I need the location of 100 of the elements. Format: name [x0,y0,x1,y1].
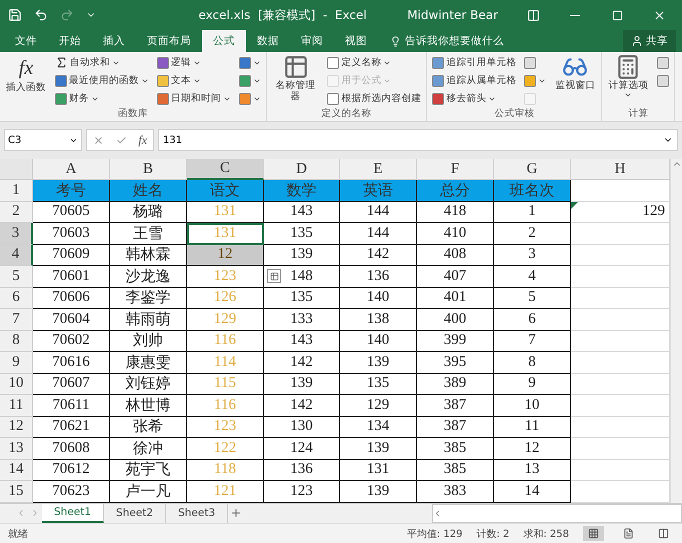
column-header[interactable]: F [417,159,494,180]
ribbon-button[interactable] [238,72,262,89]
ribbon-button[interactable] [656,72,670,89]
table-cell: 13 [494,460,571,481]
status-statistic: 求和: 258 [523,528,569,540]
ribbon-options-icon [526,8,540,22]
row-header[interactable]: 4 [0,244,33,266]
ribbon-button[interactable]: 文本 [156,72,232,89]
table-cell: 70602 [33,330,110,352]
row-header[interactable]: 7 [0,309,33,330]
name-box[interactable]: C3 [4,129,82,151]
ribbon-button[interactable]: fx 插入函数 [4,54,48,94]
table-cell: 140 [340,330,417,352]
ribbon-button[interactable]: 最近使用的函数 [54,72,150,89]
row-header[interactable]: 9 [0,352,33,374]
ribbon-button[interactable]: 财务 [54,90,150,107]
ribbon-tab[interactable]: 文件 [4,30,48,52]
column-header[interactable]: H [571,159,670,180]
ribbon-button[interactable]: 根据所选内容创建 [326,90,422,107]
table-cell: 385 [417,460,494,481]
ribbon-button[interactable]: 逻辑 [156,54,232,71]
function-tile-icon [157,56,169,68]
column-header[interactable]: A [33,159,110,180]
table-cell: 135 [264,223,340,244]
ribbon-tab[interactable]: 数据 [246,30,290,52]
ribbon-button[interactable]: 监视窗口 [553,54,598,92]
column-header[interactable]: B [110,159,187,180]
ribbon-tab[interactable]: 公式 [202,30,246,52]
maximize-icon [612,10,622,20]
row-header[interactable]: 3 [0,223,33,244]
table-cell: 139 [264,374,340,395]
row-header[interactable]: 14 [0,460,33,481]
row-header[interactable]: 13 [0,438,33,460]
table-cell: 131 [187,223,264,244]
ribbon-button[interactable]: 计算选项 [606,54,650,100]
table-cell: 6 [494,309,571,330]
ribbon-button[interactable]: 名称管理器 [271,54,320,103]
function-tile-icon [239,92,251,104]
row-header[interactable]: 12 [0,416,33,438]
row-header[interactable]: 1 [0,180,33,202]
sheet-tab[interactable]: Sheet1 [42,504,104,522]
quick-analysis-icon[interactable] [267,269,281,283]
ribbon-button[interactable] [656,54,670,71]
ribbon-tab[interactable]: 插入 [92,30,136,52]
table-cell: 70604 [33,309,110,330]
ribbon-button[interactable]: 日期和时间 [156,90,232,107]
row-header[interactable]: 6 [0,288,33,309]
table-cell: 135 [264,288,340,309]
ribbon-tab[interactable]: 视图 [334,30,378,52]
function-tile-icon [524,92,536,104]
formula-input[interactable]: 131 [158,129,678,151]
save-button[interactable] [6,6,24,24]
tell-me-field[interactable]: 告诉我你想要做什么 [384,30,510,52]
table-cell: 389 [417,374,494,395]
column-header[interactable]: D [264,159,340,180]
save-icon [8,8,22,22]
row-header[interactable]: 8 [0,330,33,352]
name-manager-icon [282,54,309,80]
table-cell: 12 [187,244,264,266]
column-header[interactable]: C [187,159,264,180]
row-header[interactable]: 5 [0,266,33,288]
function-glyph: fx [18,56,34,81]
table-cell: 70607 [33,374,110,395]
table-cell: 136 [264,460,340,481]
close-icon[interactable] [92,134,104,146]
column-header[interactable]: G [494,159,571,180]
table-cell: 139 [340,352,417,374]
table-cell: 140 [340,288,417,309]
ribbon-button[interactable]: 移去箭头 [431,90,518,107]
ribbon-button[interactable] [238,90,262,107]
ribbon-button[interactable]: 追踪从属单元格 [431,72,518,89]
table-cell: 韩雨萌 [110,309,187,330]
share-button[interactable]: 共享 [623,30,676,52]
ribbon-tab[interactable]: 审阅 [290,30,334,52]
ribbon-button[interactable] [238,54,262,71]
row-header[interactable]: 2 [0,202,33,223]
table-cell: 70603 [33,223,110,244]
function-tile-icon [432,92,444,104]
table-cell: 林世博 [110,395,187,416]
row-header[interactable]: 15 [0,481,33,502]
ribbon-button[interactable]: 自动求和 [54,54,150,71]
horizontal-scrollbar[interactable] [432,504,682,522]
table-cell: 王雪 [110,223,187,244]
table-cell: 138 [340,309,417,330]
insert-function-button[interactable]: fx [138,132,148,148]
row-header[interactable]: 10 [0,374,33,395]
view-button[interactable] [583,526,604,541]
close-icon [652,8,666,22]
table-cell: 133 [264,309,340,330]
ribbon-button[interactable]: 定义名称 [326,54,422,71]
table-cell: 130 [264,416,340,438]
ribbon-button[interactable]: 追踪引用单元格 [431,54,518,71]
table-cell: 70616 [33,352,110,374]
function-tile-icon [55,74,67,86]
check-icon[interactable] [116,134,127,146]
vertical-scrollbar[interactable] [670,159,682,502]
row-header[interactable]: 11 [0,395,33,416]
ribbon-tab[interactable]: 页面布局 [136,30,202,52]
column-header[interactable]: E [340,159,417,180]
ribbon-tab[interactable]: 开始 [48,30,92,52]
